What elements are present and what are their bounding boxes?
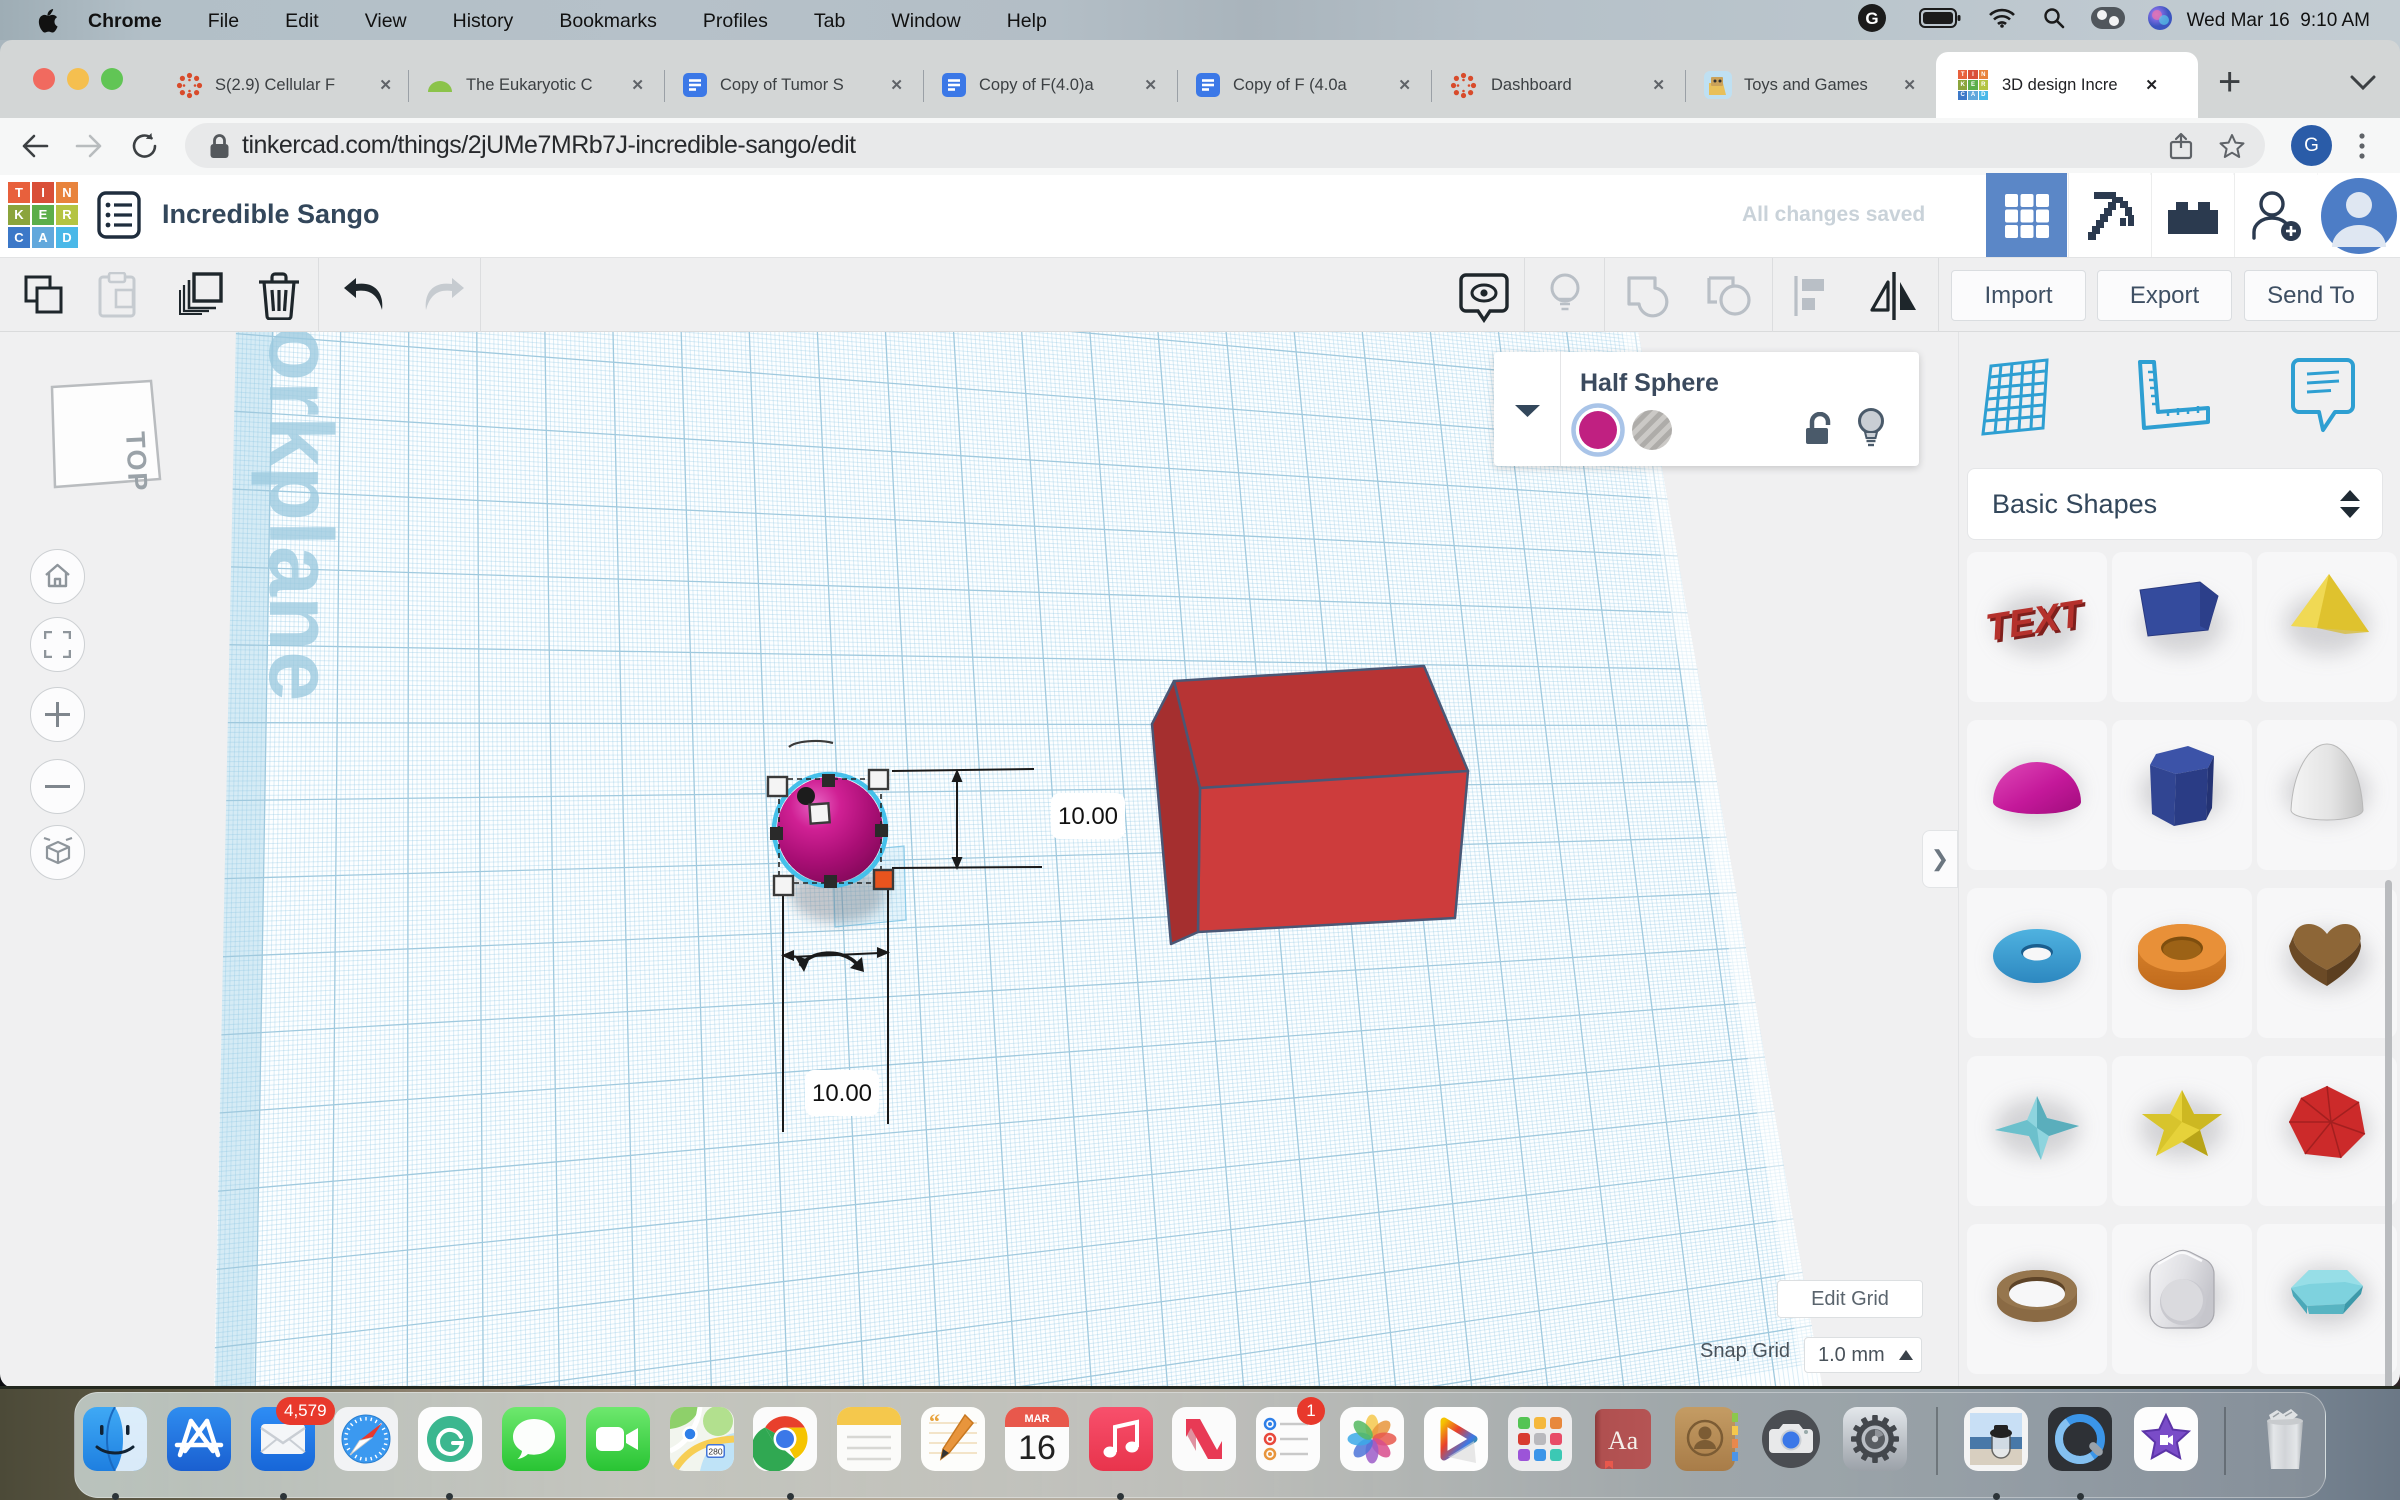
svg-text:“: “ [929, 1409, 940, 1434]
svg-text:Aa: Aa [1608, 1426, 1639, 1455]
svg-text:10.00: 10.00 [812, 1080, 872, 1107]
svg-text:MAR: MAR [1024, 1413, 1049, 1425]
svg-text:280: 280 [708, 1447, 722, 1457]
svg-text:orkplane: orkplane [250, 332, 350, 701]
svg-text:G: G [1865, 9, 1878, 28]
svg-text:16: 16 [1018, 1429, 1056, 1467]
svg-text:10.00: 10.00 [1058, 803, 1118, 830]
svg-text:TOP: TOP [120, 431, 153, 494]
